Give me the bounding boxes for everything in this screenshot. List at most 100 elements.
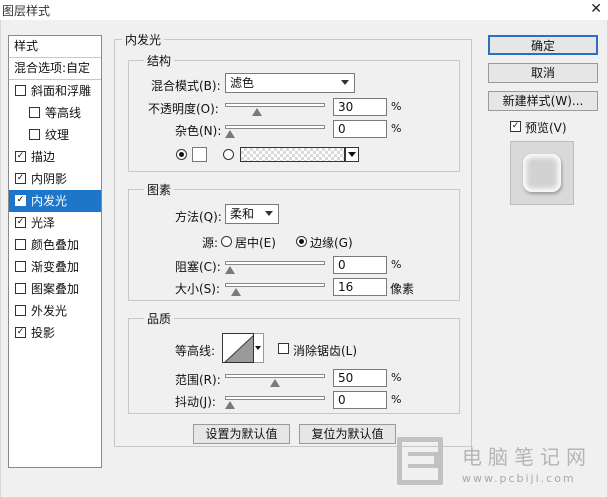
range-input[interactable]: 50 — [333, 369, 387, 387]
style-checkbox[interactable] — [15, 283, 26, 294]
jitter-label: 抖动(J): — [175, 395, 216, 409]
ok-button[interactable]: 确定 — [488, 35, 598, 55]
size-input[interactable]: 16 — [333, 278, 387, 296]
style-item-label: 描边 — [31, 150, 56, 164]
range-slider[interactable] — [225, 374, 325, 378]
layer-style-dialog: 图层样式 ✕ 样式 混合选项:自定 斜面和浮雕 等高线 纹理 ✓ 描边 ✓ 内阴影 ✓ 内发光 ✓… — [0, 0, 608, 498]
watermark-text: 电脑笔记网 — [462, 445, 592, 469]
style-item-label: 渐变叠加 — [31, 260, 80, 274]
preview-label[interactable]: 预览(V) — [525, 119, 567, 136]
style-checkbox[interactable] — [15, 261, 26, 272]
jitter-slider-thumb[interactable] — [225, 401, 235, 409]
preview-shape — [523, 154, 561, 192]
noise-slider-thumb[interactable] — [225, 130, 235, 138]
noise-input[interactable]: 0 — [333, 120, 387, 138]
source-edge-radio[interactable] — [296, 236, 307, 247]
color-radio[interactable] — [176, 149, 187, 160]
style-item[interactable]: 颜色叠加 — [9, 234, 101, 256]
opacity-input[interactable]: 30 — [333, 98, 387, 116]
style-checkbox[interactable]: ✓ — [15, 195, 26, 206]
close-icon[interactable]: ✕ — [590, 1, 602, 17]
style-checkbox[interactable]: ✓ — [15, 327, 26, 338]
range-slider-thumb[interactable] — [270, 379, 280, 387]
jitter-input[interactable]: 0 — [333, 391, 387, 409]
style-item[interactable]: ✓ 投影 — [9, 322, 101, 344]
style-item-label: 光泽 — [31, 216, 56, 230]
opacity-label: 不透明度(O): — [148, 102, 219, 116]
opacity-slider[interactable] — [225, 103, 325, 107]
source-center-radio[interactable] — [221, 236, 232, 247]
style-checkbox[interactable] — [29, 129, 40, 140]
choke-slider-thumb[interactable] — [225, 266, 235, 274]
gradient-dropdown-icon[interactable] — [345, 147, 359, 162]
style-checkbox[interactable] — [15, 305, 26, 316]
window-title: 图层样式 — [2, 4, 51, 18]
glow-gradient-picker[interactable] — [240, 147, 345, 162]
style-item-label: 内发光 — [31, 194, 68, 208]
opacity-slider-thumb[interactable] — [252, 108, 262, 116]
style-item[interactable]: ✓ 光泽 — [9, 212, 101, 234]
watermark-logo-icon — [397, 437, 443, 485]
source-center-label[interactable]: 居中(E) — [235, 234, 276, 251]
size-slider[interactable] — [225, 283, 325, 287]
style-checkbox[interactable]: ✓ — [15, 173, 26, 184]
noise-label: 杂色(N): — [175, 124, 222, 138]
size-slider-thumb[interactable] — [230, 288, 241, 296]
style-item[interactable]: ✓ 内发光 — [9, 190, 101, 212]
size-label: 大小(S): — [175, 282, 221, 296]
style-item-label: 等高线 — [45, 106, 82, 120]
blend-mode-select[interactable]: 滤色 — [225, 73, 355, 93]
technique-value: 柔和 — [230, 207, 255, 221]
title-bar: 图层样式 ✕ — [0, 0, 608, 20]
glow-color-swatch[interactable] — [192, 147, 207, 162]
style-item[interactable]: 图案叠加 — [9, 278, 101, 300]
style-checkbox[interactable] — [15, 239, 26, 250]
style-item[interactable]: 外发光 — [9, 300, 101, 322]
choke-input[interactable]: 0 — [333, 256, 387, 274]
style-item[interactable]: 渐变叠加 — [9, 256, 101, 278]
new-style-button[interactable]: 新建样式(W)... — [488, 91, 598, 111]
technique-select[interactable]: 柔和 — [225, 204, 279, 224]
style-item-label: 颜色叠加 — [31, 238, 80, 252]
size-unit: 像素 — [390, 282, 415, 296]
technique-label: 方法(Q): — [175, 210, 222, 224]
style-checkbox[interactable] — [29, 107, 40, 118]
style-item[interactable]: 纹理 — [9, 124, 101, 146]
contour-picker[interactable] — [222, 333, 254, 363]
jitter-slider[interactable] — [225, 396, 325, 400]
opacity-unit: % — [391, 100, 402, 113]
check-icon: ✓ — [511, 121, 520, 131]
antialias-checkbox[interactable] — [278, 343, 289, 354]
styles-header[interactable]: 样式 — [9, 36, 101, 58]
style-item-label: 内阴影 — [31, 172, 68, 186]
watermark-url: www.pcbiji.com — [462, 472, 576, 485]
style-checkbox[interactable]: ✓ — [15, 217, 26, 228]
quality-title: 品质 — [144, 310, 175, 327]
style-item[interactable]: ✓ 内阴影 — [9, 168, 101, 190]
choke-slider[interactable] — [225, 261, 325, 265]
antialias-label[interactable]: 消除锯齿(L) — [293, 342, 357, 359]
set-default-button[interactable]: 设置为默认值 — [193, 424, 290, 444]
cancel-button[interactable]: 取消 — [488, 63, 598, 83]
blend-mode-value: 滤色 — [230, 76, 255, 90]
style-item-label: 外发光 — [31, 304, 68, 318]
style-checkbox[interactable] — [15, 85, 26, 96]
preview-checkbox[interactable]: ✓ — [510, 121, 521, 132]
range-label: 范围(R): — [175, 373, 221, 387]
chevron-down-icon — [341, 80, 349, 85]
source-edge-label[interactable]: 边缘(G) — [310, 234, 353, 251]
range-unit: % — [391, 371, 402, 384]
contour-dropdown-icon[interactable] — [254, 333, 264, 363]
elements-title: 图素 — [144, 181, 175, 198]
noise-slider[interactable] — [225, 125, 325, 129]
blend-options-item[interactable]: 混合选项:自定 — [9, 58, 101, 80]
gradient-radio[interactable] — [223, 149, 234, 160]
style-checkbox[interactable]: ✓ — [15, 151, 26, 162]
choke-unit: % — [391, 258, 402, 271]
style-item[interactable]: 等高线 — [9, 102, 101, 124]
style-item[interactable]: ✓ 描边 — [9, 146, 101, 168]
style-item[interactable]: 斜面和浮雕 — [9, 80, 101, 102]
style-preview-thumbnail — [510, 141, 574, 205]
styles-list: 样式 混合选项:自定 斜面和浮雕等高线纹理 ✓ 描边 ✓ 内阴影 ✓ 内发光 ✓ 光泽颜色叠加渐… — [8, 35, 102, 468]
reset-default-button[interactable]: 复位为默认值 — [299, 424, 396, 444]
